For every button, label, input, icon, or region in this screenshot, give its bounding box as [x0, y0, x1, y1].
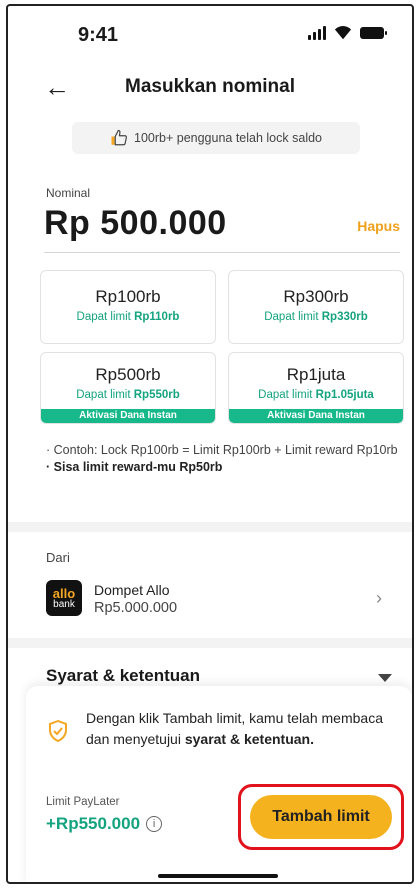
option-limit: Dapat limit Rp110rb — [41, 311, 215, 323]
info-banner-text: 100rb+ pengguna telah lock saldo — [134, 131, 322, 145]
reward-example: · Contoh: Lock Rp100rb = Limit Rp100rb +… — [46, 443, 398, 457]
option-limit-value: Rp110rb — [134, 311, 180, 323]
home-indicator[interactable] — [158, 874, 278, 878]
option-limit-value: Rp550rb — [133, 389, 180, 401]
reward-remaining-row: · Sisa limit reward-mu Rp50rb — [46, 459, 400, 476]
allo-bank-logo: allo bank — [46, 580, 82, 616]
option-limit-prefix: Dapat limit — [258, 389, 316, 401]
option-limit-prefix: Dapat limit — [76, 311, 135, 323]
option-card-1juta[interactable]: Rp1juta Dapat limit Rp1.05juta Aktivasi … — [228, 352, 404, 424]
section-divider — [8, 522, 412, 532]
option-limit: Dapat limit Rp550rb — [41, 389, 215, 401]
header: ← Masukkan nominal — [8, 70, 412, 110]
option-limit: Dapat limit Rp330rb — [229, 311, 403, 323]
option-card-300rb[interactable]: Rp300rb Dapat limit Rp330rb — [228, 270, 404, 344]
info-icon[interactable]: i — [146, 816, 163, 832]
source-wallet-row[interactable]: allo bank Dompet Allo Rp5.000.000 › — [46, 580, 400, 622]
option-amount: Rp1juta — [286, 365, 346, 384]
logo-text-allo: allo — [52, 585, 76, 601]
amount-underline — [44, 252, 400, 253]
cta-highlight: Tambah limit — [238, 784, 404, 850]
status-icons — [308, 26, 387, 40]
nominal-amount[interactable]: Rp 500.000 — [44, 204, 227, 243]
wallet-balance: Rp5.000.000 — [94, 600, 178, 616]
bottom-sheet: Dengan klik Tambah limit, kamu telah mem… — [26, 686, 412, 882]
paylater-limit-label: Limit PayLater — [46, 796, 120, 808]
paylater-limit-value: +Rp550.000 — [46, 814, 141, 833]
option-amount: Rp100rb — [95, 287, 161, 306]
option-card-100rb[interactable]: Rp100rb Dapat limit Rp110rb — [40, 270, 216, 344]
option-limit-value: Rp330rb — [321, 311, 368, 323]
reward-notes: · Contoh: Lock Rp100rb = Limit Rp100rb +… — [46, 442, 400, 476]
instant-activation-badge: Aktivasi Dana Instan — [41, 409, 215, 423]
option-card-500rb[interactable]: Rp500rb Dapat limit Rp550rb Aktivasi Dan… — [40, 352, 216, 424]
section-divider — [8, 638, 412, 648]
status-time: 9:41 — [78, 24, 119, 46]
wifi-icon — [334, 26, 352, 40]
option-limit-value: Rp1.05juta — [315, 389, 374, 401]
option-amount: Rp300rb — [283, 287, 349, 306]
chevron-right-icon: › — [376, 588, 382, 608]
page-title: Masukkan nominal — [125, 76, 295, 97]
wallet-name: Dompet Allo — [94, 582, 170, 598]
info-banner: 100rb+ pengguna telah lock saldo — [72, 122, 360, 154]
instant-activation-badge: Aktivasi Dana Instan — [229, 409, 403, 423]
logo-text-bank: bank — [53, 598, 75, 610]
caret-down-icon[interactable] — [378, 674, 392, 682]
source-label: Dari — [46, 550, 70, 565]
thumbs-up-icon — [111, 129, 127, 146]
nominal-label: Nominal — [46, 186, 91, 200]
consent-text: Dengan klik Tambah limit, kamu telah mem… — [86, 708, 396, 750]
option-limit: Dapat limit Rp1.05juta — [229, 389, 403, 401]
phone-frame: 9:41 ← Masukkan nominal 100rb+ pengguna … — [6, 4, 414, 884]
terms-link[interactable]: syarat & ketentuan. — [185, 731, 314, 747]
battery-icon — [360, 27, 387, 39]
option-limit-prefix: Dapat limit — [76, 389, 134, 401]
status-bar: 9:41 — [8, 6, 412, 62]
option-amount: Rp500rb — [95, 365, 161, 384]
terms-title[interactable]: Syarat & ketentuan — [46, 666, 200, 686]
option-limit-prefix: Dapat limit — [264, 311, 322, 323]
shield-check-icon — [49, 720, 67, 742]
paylater-limit-value-row: +Rp550.000 i — [46, 814, 163, 834]
reward-remaining: · Sisa limit reward-mu Rp50rb — [46, 460, 223, 474]
clear-button[interactable]: Hapus — [357, 218, 400, 234]
signal-icon — [308, 26, 326, 40]
add-limit-button[interactable]: Tambah limit — [250, 795, 392, 839]
